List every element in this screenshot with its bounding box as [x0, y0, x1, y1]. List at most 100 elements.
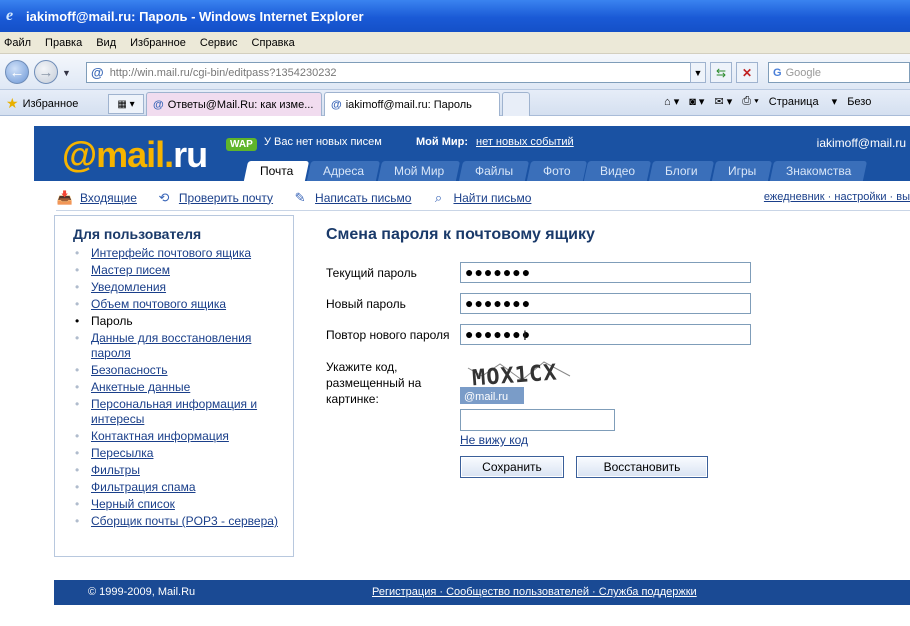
ie-logo-icon: e [6, 7, 14, 24]
stop-icon: ✕ [741, 65, 753, 80]
back-button[interactable]: ← [5, 60, 29, 84]
logo-text: @mail. [62, 134, 174, 175]
settings-sidebar: Для пользователя Интерфейс почтового ящи… [54, 215, 294, 557]
new-tab-button[interactable] [502, 92, 530, 116]
tab-files[interactable]: Файлы [458, 161, 529, 181]
page-top-spacer [0, 116, 910, 126]
tab-answers-label: Ответы@Mail.Ru: как изме... [167, 98, 314, 111]
sidebar-item-contacts[interactable]: Контактная информация [91, 429, 229, 443]
sidebar-item-recovery[interactable]: Данные для восстановления пароля [91, 331, 251, 360]
compose-icon: ✎ [294, 189, 306, 205]
tab-answers[interactable]: @ Ответы@Mail.Ru: как изме... [146, 92, 322, 116]
footer-links[interactable]: Регистрация · Сообщество пользователей ·… [372, 586, 697, 598]
safety-menu[interactable]: Безо [847, 96, 871, 108]
forward-button[interactable]: → [34, 60, 58, 84]
tab-dating[interactable]: Знакомства [770, 161, 868, 181]
inbox-link[interactable]: Входящие [80, 191, 137, 205]
compose-link[interactable]: Написать письмо [315, 191, 411, 205]
sidebar-item-wizard[interactable]: Мастер писем [91, 263, 170, 277]
home-icon[interactable]: ⌂ ▾ [664, 95, 679, 108]
tab-bar: ★ Избранное ▦ ▾ @ Ответы@Mail.Ru: как из… [0, 90, 910, 116]
tab-video[interactable]: Видео [584, 161, 652, 181]
tab-password[interactable]: @ iakimoff@mail.ru: Пароль [324, 92, 500, 116]
current-password-field[interactable]: ●●●●●●● [460, 262, 751, 283]
cant-see-code-link[interactable]: Не вижу код [460, 433, 528, 447]
page-menu[interactable]: Страница ▾ [769, 95, 837, 108]
menu-edit[interactable]: Правка [45, 37, 82, 49]
check-mail-link[interactable]: Проверить почту [179, 191, 273, 205]
address-field[interactable]: @ http://win.mail.ru/cgi-bin/editpass?13… [86, 62, 706, 83]
refresh-button[interactable]: ⇆ [710, 62, 732, 83]
list-item: Безопасность [73, 363, 293, 378]
stop-button[interactable]: ✕ [736, 62, 758, 83]
quick-tabs-button[interactable]: ▦ ▾ [108, 94, 144, 114]
menu-file[interactable]: Файл [4, 37, 31, 49]
sidebar-item-mailbox-size[interactable]: Объем почтового ящика [91, 297, 226, 311]
list-item: Данные для восстановления пароля [73, 331, 293, 361]
list-item: Контактная информация [73, 429, 293, 444]
tab-photo[interactable]: Фото [526, 161, 587, 181]
sidebar-item-blacklist[interactable]: Черный список [91, 497, 175, 511]
mailru-logo[interactable]: @mail.ru [62, 134, 208, 176]
list-item: Объем почтового ящика [73, 297, 293, 312]
tab-games-label: Игры [728, 164, 757, 178]
planner-settings-links[interactable]: ежедневник · настройки · вы [764, 191, 910, 203]
menu-help[interactable]: Справка [252, 37, 295, 49]
print-icon[interactable]: ⎙ ▾ [742, 95, 758, 108]
tab-games[interactable]: Игры [711, 161, 773, 181]
tab-addresses[interactable]: Адреса [307, 161, 381, 181]
find-mail-link[interactable]: Найти письмо [453, 191, 531, 205]
favorites-button[interactable]: ★ Избранное [6, 95, 78, 112]
settings-list: Интерфейс почтового ящика Мастер писем У… [73, 246, 293, 529]
search-icon: ⌕ [434, 189, 443, 205]
save-button[interactable]: Сохранить [460, 456, 564, 478]
menu-tools[interactable]: Сервис [200, 37, 238, 49]
sidebar-item-profile[interactable]: Анкетные данные [91, 380, 190, 394]
restore-button[interactable]: Восстановить [576, 456, 708, 478]
search-placeholder: Google [785, 66, 822, 79]
sidebar-item-spam[interactable]: Фильтрация спама [91, 480, 196, 494]
sidebar-item-personal[interactable]: Персональная информация и интересы [91, 397, 257, 426]
search-input[interactable]: G Google [768, 62, 910, 83]
repeat-password-field[interactable]: ●●●●●●● [460, 324, 751, 345]
list-item: Персональная информация и интересы [73, 397, 293, 427]
feeds-icon[interactable]: ◙ ▾ [689, 95, 704, 108]
tab-mail[interactable]: Почта [243, 161, 310, 181]
text-cursor-icon: I [523, 327, 527, 343]
list-item: Черный список [73, 497, 293, 512]
sidebar-item-forwarding[interactable]: Пересылка [91, 446, 153, 460]
service-tabs: Почта Адреса Мой Мир Файлы Фото Видео Бл… [243, 161, 868, 181]
tab-mail-label: Почта [260, 164, 294, 178]
sidebar-item-notifications[interactable]: Уведомления [91, 280, 166, 294]
captcha-input[interactable] [460, 409, 615, 431]
tab-my-world-label: Мой Мир [394, 164, 445, 178]
history-dropdown-icon[interactable]: ▼ [62, 68, 71, 78]
list-item: Пересылка [73, 446, 293, 461]
sidebar-item-security[interactable]: Безопасность [91, 363, 168, 377]
page-menu-label: Страница [768, 96, 819, 108]
new-password-field[interactable]: ●●●●●●● [460, 293, 751, 314]
sidebar-item-filters[interactable]: Фильтры [91, 463, 140, 477]
command-bar: ⌂ ▾ ◙ ▾ ✉ ▾ ⎙ ▾ Страница ▾ Безо [664, 95, 881, 108]
address-url: http://win.mail.ru/cgi-bin/editpass?1354… [109, 66, 337, 79]
list-item: Интерфейс почтового ящика [73, 246, 293, 261]
sidebar-item-pop3[interactable]: Сборщик почты (POP3 - сервера) [91, 514, 278, 528]
mail-icon[interactable]: ✉ ▾ [714, 95, 732, 108]
window-titlebar: e iakimoff@mail.ru: Пароль - Windows Int… [0, 0, 910, 32]
wap-badge[interactable]: WAP [226, 138, 257, 151]
back-arrow-icon: ← [9, 63, 25, 81]
menu-view[interactable]: Вид [96, 37, 116, 49]
tab-files-label: Файлы [474, 164, 513, 178]
menu-favorites[interactable]: Избранное [130, 37, 186, 49]
my-world-label: Мой Мир: [416, 136, 469, 148]
no-new-events-link[interactable]: нет новых событий [476, 136, 574, 148]
mailru-header: @mail.ru WAP У Вас нет новых писем Мой М… [34, 126, 910, 181]
address-dropdown-icon[interactable]: ▼ [690, 62, 706, 83]
sidebar-item-interface[interactable]: Интерфейс почтового ящика [91, 246, 251, 260]
tab-my-world[interactable]: Мой Мир [378, 161, 461, 181]
current-password-label: Текущий пароль [326, 266, 417, 280]
logo-ru-text: ru [173, 134, 208, 175]
list-item: Анкетные данные [73, 380, 293, 395]
tab-blogs[interactable]: Блоги [649, 161, 715, 181]
check-mail-icon: ⟲ [158, 189, 170, 205]
